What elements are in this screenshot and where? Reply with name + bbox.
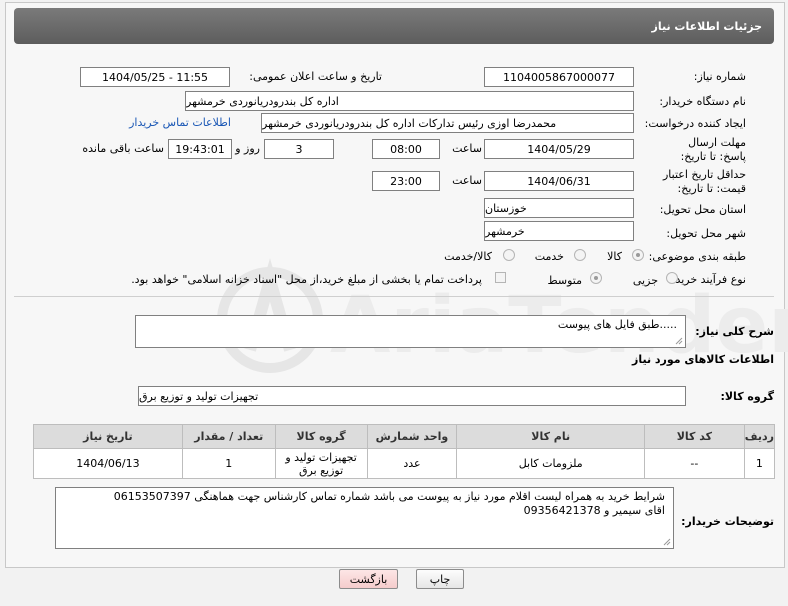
announce-label: تاریخ و ساعت اعلان عمومی: [249, 70, 382, 83]
category-radio-service[interactable] [574, 249, 586, 261]
buyer-org-label: نام دستگاه خریدار: [659, 95, 746, 108]
goods-table: ردیف کد کالا نام کالا واحد شمارش گروه کا… [33, 424, 776, 479]
cell-row: 1 [743, 448, 776, 479]
buyer-contact-link[interactable]: اطلاعات تماس خریدار [129, 116, 231, 129]
remaining-time-field: 19:43:01 [168, 139, 232, 159]
process-label: نوع فرآیند خرید : [668, 273, 746, 286]
province-label: استان محل تحویل: [659, 203, 746, 216]
category-option-goods: کالا [607, 250, 622, 263]
payment-note: پرداخت تمام یا بخشی از مبلغ خرید،از محل … [131, 273, 482, 286]
days-label: روز و [235, 142, 260, 155]
price-validity-date-field: 1404/06/31 [484, 171, 634, 191]
cell-qty: 1 [181, 448, 276, 479]
remaining-label: ساعت باقی مانده [82, 142, 164, 155]
col-row-header: ردیف [743, 424, 776, 449]
need-number-field: 1104005867000077 [484, 67, 634, 87]
buyer-notes-line1: شرایط خرید به همراه لیست اقلام مورد نیاز… [113, 490, 665, 503]
page-title-bar: جزئیات اطلاعات نیاز [14, 8, 774, 44]
creator-field: محمدرضا اوزی رئیس تدارکات اداره کل بندرو… [261, 113, 634, 133]
need-number-label: شماره نیاز: [693, 70, 746, 83]
deadline-date-field: 1404/05/29 [484, 139, 634, 159]
price-validity-label: حداقل تاریخ اعتبار قیمت: تا تاریخ: [662, 168, 746, 195]
divider [14, 296, 774, 297]
col-name-header: نام کالا [456, 424, 645, 449]
cell-name: ملزومات کابل [456, 448, 645, 479]
category-option-goods-service: کالا/خدمت [444, 250, 492, 263]
resize-handle-icon[interactable] [675, 337, 683, 345]
treasury-checkbox[interactable] [495, 272, 506, 283]
process-option-minor: جزیی [632, 274, 658, 287]
goods-section-title: اطلاعات کالاهای مورد نیاز [632, 353, 774, 366]
cell-unit: عدد [366, 448, 458, 479]
deadline-label: مهلت ارسال پاسخ: تا تاریخ: [680, 136, 746, 163]
description-text: .....طبق فایل های پیوست [557, 318, 677, 331]
category-radio-goods-service[interactable] [503, 249, 515, 261]
col-date-header: تاریخ نیاز [33, 424, 183, 449]
buyer-notes-textarea[interactable]: شرایط خرید به همراه لیست اقلام مورد نیاز… [55, 487, 674, 549]
category-radio-goods[interactable] [632, 249, 644, 261]
page-title: جزئیات اطلاعات نیاز [651, 19, 763, 33]
province-field: خوزستان [484, 198, 634, 218]
days-field: 3 [264, 139, 334, 159]
price-validity-time-label: ساعت [452, 174, 482, 187]
col-group-header: گروه کالا [274, 424, 368, 449]
process-radio-medium[interactable] [590, 272, 602, 284]
description-label: شرح کلی نیاز: [695, 325, 774, 338]
buyer-notes-label: توضیحات خریدار: [681, 515, 774, 528]
deadline-time-field: 08:00 [372, 139, 440, 159]
buyer-org-field: اداره کل بندرودریانوردی خرمشهر [185, 91, 634, 111]
back-button[interactable]: بازگشت [339, 569, 398, 589]
resize-handle-icon[interactable] [663, 538, 671, 546]
city-field: خرمشهر [484, 221, 634, 241]
goods-group-field: تجهیزات تولید و توزیع برق [138, 386, 686, 406]
table-row[interactable]: 1 -- ملزومات کابل عدد تجهیزات تولید و تو… [33, 448, 776, 479]
description-textarea[interactable]: .....طبق فایل های پیوست [135, 315, 686, 348]
col-qty-header: تعداد / مقدار [181, 424, 276, 449]
table-header-row: ردیف کد کالا نام کالا واحد شمارش گروه کا… [33, 424, 776, 449]
print-button[interactable]: چاپ [416, 569, 464, 589]
buyer-notes-line2: اقای سیمیر و 09356421378 [523, 504, 665, 517]
announce-field: 1404/05/25 - 11:55 [80, 67, 230, 87]
cell-code: -- [644, 448, 745, 479]
category-label: طبقه بندی موضوعی: [648, 250, 746, 263]
city-label: شهر محل تحویل: [666, 227, 746, 240]
creator-label: ایجاد کننده درخواست: [644, 117, 746, 130]
deadline-time-label: ساعت [452, 142, 482, 155]
cell-date: 1404/06/13 [33, 448, 183, 479]
cell-group: تجهیزات تولید و توزیع برق [274, 448, 368, 479]
goods-group-label: گروه کالا: [720, 390, 774, 403]
col-code-header: کد کالا [644, 424, 745, 449]
category-option-service: خدمت [534, 250, 564, 263]
process-radio-minor[interactable] [666, 272, 678, 284]
price-validity-time-field: 23:00 [372, 171, 440, 191]
process-option-medium: متوسط [547, 274, 582, 287]
col-unit-header: واحد شمارش [366, 424, 458, 449]
